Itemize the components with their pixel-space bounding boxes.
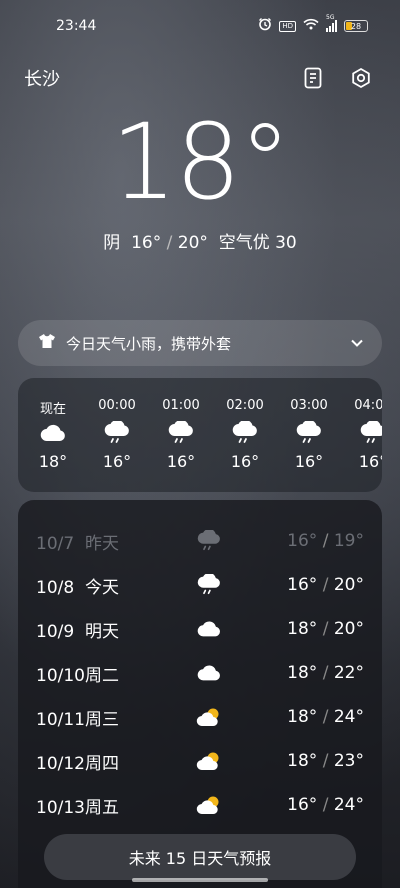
rain-icon (279, 418, 339, 448)
partly-sunny-icon (194, 702, 224, 732)
partly-sunny-icon (194, 746, 224, 776)
daily-low: 18° (287, 619, 318, 639)
alarm-icon (258, 17, 272, 35)
hourly-time: 04:00 (354, 398, 382, 413)
hourly-temp: 16° (358, 452, 382, 471)
weather-tip-text: 今日天气小雨，携带外套 (66, 334, 232, 353)
hourly-time: 01:00 (162, 398, 200, 413)
air-quality[interactable]: 空气优 30 (219, 233, 297, 253)
hourly-item: 00:00 16° (87, 398, 147, 471)
daily-row[interactable]: 10/8 今天 16° / 20° (18, 563, 382, 607)
rain-icon (215, 418, 275, 448)
hourly-temp: 16° (102, 452, 132, 471)
hourly-temp: 16° (294, 452, 324, 471)
current-condition: 阴 (103, 233, 121, 253)
hourly-item: 现在 18° (23, 398, 83, 471)
daily-day: 明天 (85, 621, 119, 642)
weather-tip-bar[interactable]: 今日天气小雨，携带外套 (18, 320, 382, 366)
daily-low: 16° (287, 795, 318, 815)
daily-high: 23° (333, 751, 364, 771)
daily-low: 16° (287, 575, 318, 595)
daily-row[interactable]: 10/12周四 18° / 23° (18, 739, 382, 783)
daily-high: 19° (333, 531, 364, 551)
current-high: 20° (177, 233, 208, 253)
hourly-item: 03:00 16° (279, 398, 339, 471)
network-label: 5G (326, 14, 335, 21)
daily-day: 周二 (85, 665, 119, 686)
rain-icon (151, 418, 211, 448)
hourly-time: 03:00 (290, 398, 328, 413)
clothing-icon (38, 333, 56, 353)
cloud-icon (194, 614, 224, 644)
rain-icon (194, 526, 224, 556)
current-low: 16° (131, 233, 162, 253)
daily-row[interactable]: 10/7 昨天 16° / 19° (18, 519, 382, 563)
daily-high: 24° (333, 707, 364, 727)
daily-high: 22° (333, 663, 364, 683)
current-summary: 阴 16° / 20° 空气优 30 (0, 228, 400, 253)
daily-day: 今天 (85, 577, 119, 598)
hourly-time: 00:00 (98, 398, 136, 413)
hourly-item: 02:00 16° (215, 398, 275, 471)
daily-low: 18° (287, 751, 318, 771)
status-bar: 23:44 HD 5G 28 (0, 0, 400, 52)
cloud-icon (23, 418, 83, 448)
daily-date: 10/13 (36, 797, 85, 818)
status-time: 23:44 (56, 18, 97, 34)
chevron-down-icon[interactable] (350, 334, 364, 352)
hd-icon: HD (279, 20, 296, 32)
hourly-item: 01:00 16° (151, 398, 211, 471)
daily-day: 周四 (85, 753, 119, 774)
cloud-icon (194, 658, 224, 688)
daily-row[interactable]: 10/11周三 18° / 24° (18, 695, 382, 739)
home-indicator[interactable] (132, 878, 268, 882)
fifteen-day-forecast-button[interactable]: 未来 15 日天气预报 (44, 834, 356, 880)
rain-icon (194, 570, 224, 600)
range-separator: / (166, 233, 173, 253)
daily-date: 10/12 (36, 753, 85, 774)
daily-day: 昨天 (85, 533, 119, 554)
daily-date: 10/11 (36, 709, 85, 730)
header: 长沙 (0, 58, 400, 98)
daily-date: 10/7 (36, 533, 75, 554)
hourly-time: 02:00 (226, 398, 264, 413)
hourly-temp: 16° (166, 452, 196, 471)
rain-icon (87, 418, 147, 448)
battery-icon: 28 (344, 20, 368, 32)
city-name[interactable]: 长沙 (24, 65, 280, 91)
hourly-time: 现在 (39, 402, 66, 417)
daily-high: 20° (333, 619, 364, 639)
daily-day: 周五 (85, 797, 119, 818)
daily-date: 10/9 (36, 621, 75, 642)
daily-day: 周三 (85, 709, 119, 730)
daily-low: 18° (287, 707, 318, 727)
current-temperature: 18° (110, 101, 291, 223)
daily-high: 24° (333, 795, 364, 815)
status-icons: HD 5G 28 (258, 14, 368, 35)
battery-level: 28 (350, 21, 362, 31)
daily-date: 10/8 (36, 577, 75, 598)
daily-forecast: 10/7 昨天 16° / 19° 10/8 今天 16° / 20° 10/9… (18, 500, 382, 888)
daily-high: 20° (333, 575, 364, 595)
wifi-icon (303, 18, 319, 34)
city-manage-button[interactable] (298, 63, 328, 93)
daily-row[interactable]: 10/13周五 16° / 24° (18, 783, 382, 827)
daily-row[interactable]: 10/9 明天 18° / 20° (18, 607, 382, 651)
daily-low: 16° (287, 531, 318, 551)
hourly-item: 04:00 16° (343, 398, 382, 471)
daily-row[interactable]: 10/10周二 18° / 22° (18, 651, 382, 695)
hourly-temp: 16° (230, 452, 260, 471)
city-list-icon (304, 67, 322, 89)
settings-icon (352, 67, 370, 89)
daily-low: 18° (287, 663, 318, 683)
hourly-temp: 18° (38, 452, 68, 471)
daily-date: 10/10 (36, 665, 85, 686)
partly-sunny-icon (194, 790, 224, 820)
signal-icon: 5G (326, 14, 337, 32)
rain-icon (343, 418, 382, 448)
settings-button[interactable] (346, 63, 376, 93)
hourly-forecast[interactable]: 现在 18° 00:00 16° 01:00 16° 02:00 16° 03:… (18, 378, 382, 492)
